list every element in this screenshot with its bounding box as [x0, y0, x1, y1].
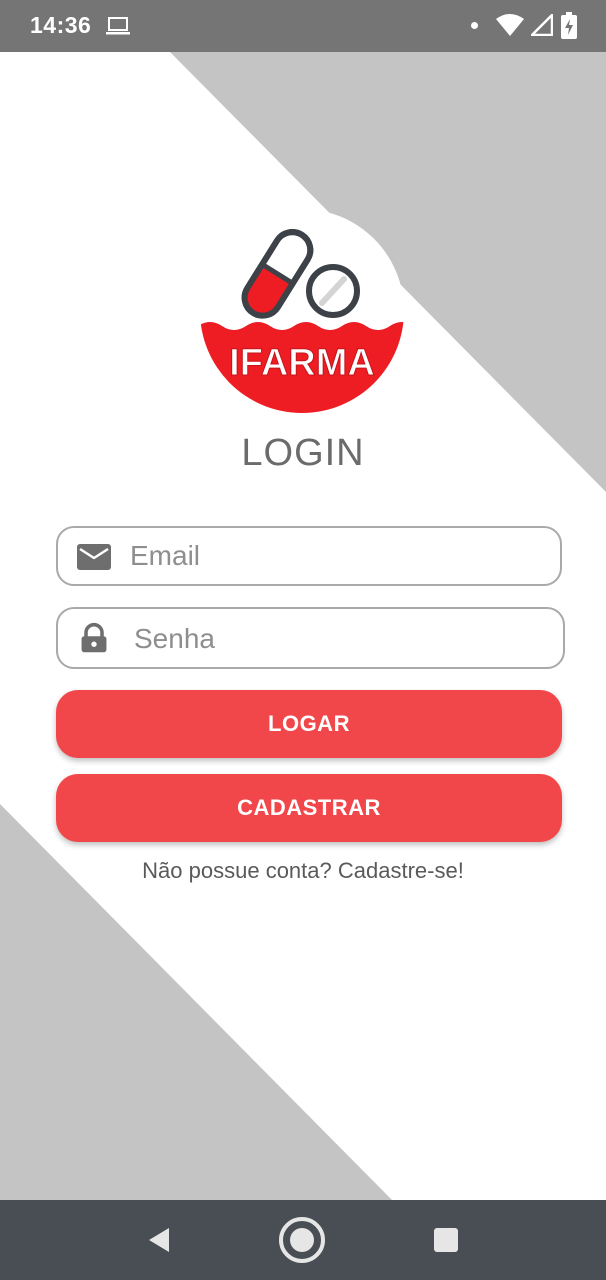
- mail-icon: [77, 544, 111, 570]
- battery-charging-icon: [561, 12, 577, 39]
- ifarma-logo: IFARMA: [200, 209, 404, 413]
- register-button[interactable]: CADASTRAR: [56, 774, 562, 842]
- wifi-icon: [496, 14, 524, 36]
- notification-dot-icon: [471, 22, 478, 29]
- email-input[interactable]: [130, 536, 540, 576]
- signup-link[interactable]: Não possue conta? Cadastre-se!: [0, 858, 606, 884]
- recents-icon[interactable]: [433, 1227, 459, 1253]
- status-bar: 14:36: [0, 0, 606, 52]
- navigation-bar: [0, 1200, 606, 1280]
- login-title: LOGIN: [241, 432, 365, 474]
- login-screen: 14:36 IFARMA LOGIN Email LOGAR CADASTRAR…: [0, 0, 606, 1280]
- password-input[interactable]: [134, 619, 544, 659]
- laptop-icon: [106, 17, 130, 35]
- logo-text: IFARMA: [229, 342, 375, 384]
- email-field[interactable]: [56, 526, 562, 586]
- signal-icon: [531, 14, 553, 36]
- home-icon[interactable]: [278, 1216, 326, 1264]
- status-time: 14:36: [30, 12, 92, 38]
- password-field[interactable]: [56, 607, 565, 669]
- login-button[interactable]: LOGAR: [56, 690, 562, 758]
- lock-icon: [81, 622, 107, 653]
- back-icon[interactable]: [145, 1225, 173, 1255]
